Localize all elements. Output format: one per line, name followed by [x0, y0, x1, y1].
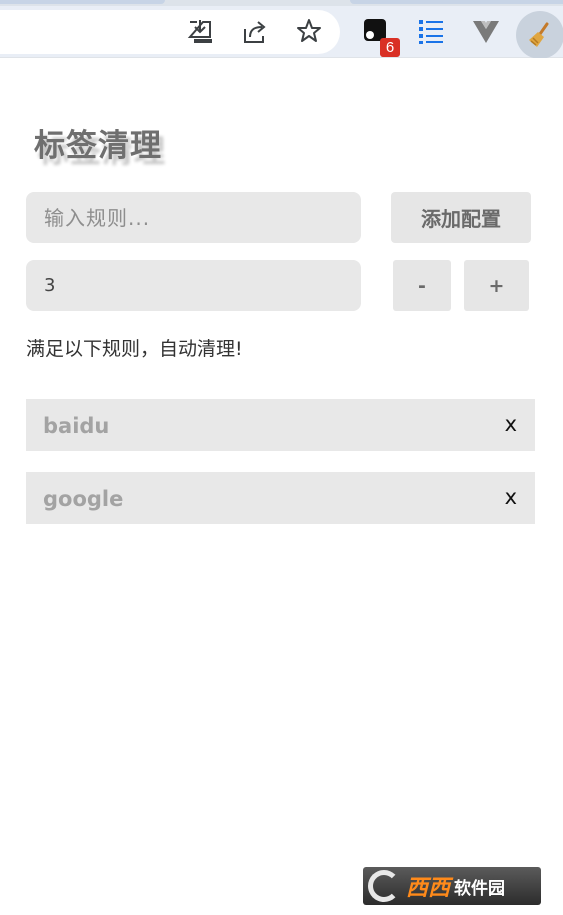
rule-item: google x — [26, 472, 535, 524]
rule-name: baidu — [43, 414, 110, 438]
remove-rule-button[interactable]: x — [505, 472, 517, 522]
broom-icon[interactable] — [516, 11, 563, 59]
remove-rule-button[interactable]: x — [505, 399, 517, 449]
popup-title: 标签清理 — [34, 128, 162, 164]
tab-strip — [0, 0, 563, 6]
browser-tab[interactable] — [350, 0, 563, 4]
increment-button[interactable]: + — [464, 260, 529, 311]
download-icon[interactable] — [185, 16, 215, 46]
count-input[interactable] — [26, 260, 361, 311]
watermark-text: 西西 — [406, 876, 451, 901]
site-watermark: 西西 软件园 — [363, 867, 541, 905]
extension-badge: 6 — [380, 38, 400, 57]
watermark-logo-icon — [368, 870, 400, 902]
watermark-text: 软件园 — [454, 878, 506, 899]
vue-devtools-icon[interactable] — [471, 16, 501, 46]
browser-tab[interactable] — [0, 0, 165, 4]
rule-list: baidu x google x — [26, 399, 535, 545]
share-icon[interactable] — [240, 16, 270, 46]
bookmark-star-icon[interactable] — [294, 16, 324, 46]
rules-info-text: 满足以下规则，自动清理! — [26, 338, 243, 360]
decrement-button[interactable]: - — [393, 260, 451, 311]
add-config-button[interactable]: 添加配置 — [391, 192, 531, 243]
address-bar[interactable] — [0, 10, 340, 54]
rule-item: baidu x — [26, 399, 535, 451]
browser-toolbar: 6 — [0, 0, 563, 59]
rule-name: google — [43, 487, 124, 511]
tab-cleaner-popup: 标签清理 添加配置 - + 满足以下规则，自动清理! baidu x googl… — [0, 58, 563, 915]
rule-input[interactable] — [26, 192, 361, 243]
list-icon[interactable] — [416, 16, 446, 46]
